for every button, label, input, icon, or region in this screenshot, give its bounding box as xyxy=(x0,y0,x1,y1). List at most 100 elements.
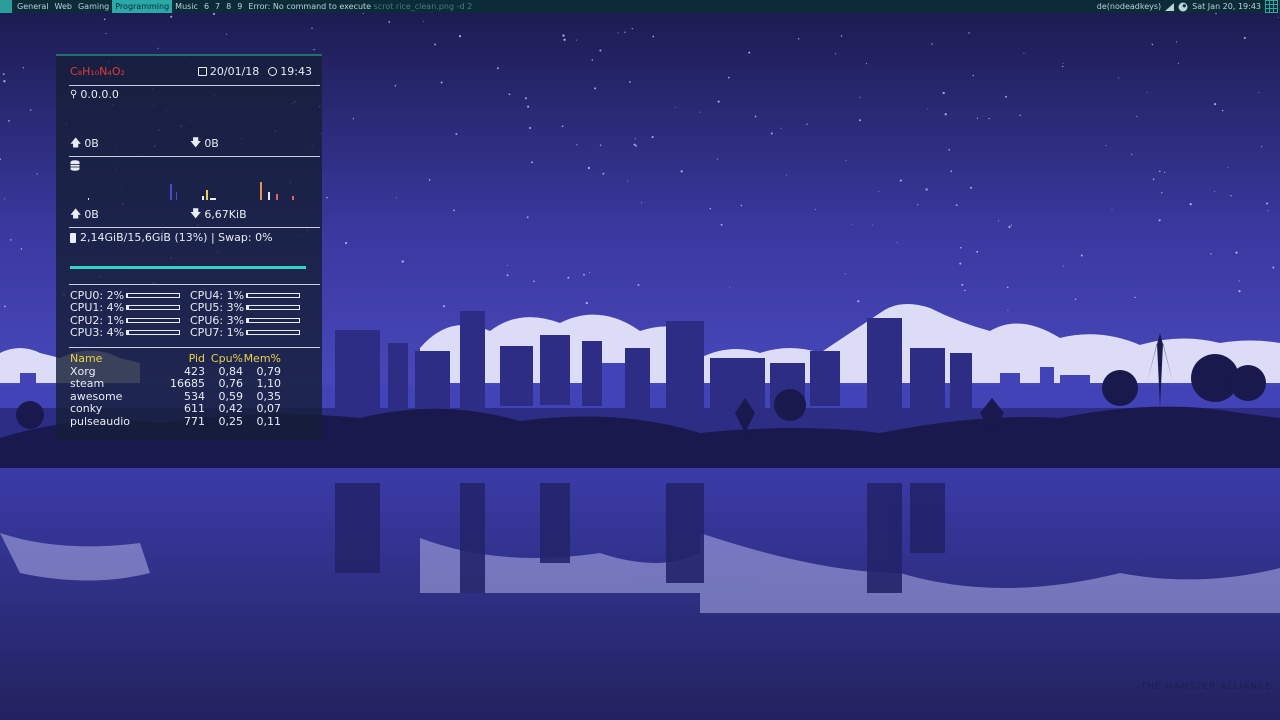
star xyxy=(617,32,619,34)
upload-arrow-icon: 🡅 xyxy=(70,136,82,149)
tag-web[interactable]: Web xyxy=(52,0,75,13)
star xyxy=(585,301,588,305)
clock-icon xyxy=(268,67,278,76)
star xyxy=(3,80,6,83)
tag-list: General Web Gaming Programming Music 6 7 8 9 xyxy=(14,0,245,13)
process-pid: 771 xyxy=(184,414,205,428)
star xyxy=(1062,63,1064,65)
star xyxy=(942,91,945,95)
star xyxy=(1131,153,1133,155)
star xyxy=(770,132,773,135)
star xyxy=(508,93,511,96)
cpu-5-bar xyxy=(246,305,301,311)
network-row: 🡅 0B 🡇 0B xyxy=(70,134,308,153)
star xyxy=(1215,13,1217,15)
star xyxy=(588,272,590,274)
cpu-7-meter: CPU7: 1% xyxy=(190,326,310,339)
cpu-0-meter: CPU0: 2% xyxy=(70,289,190,302)
tag-8[interactable]: 8 xyxy=(223,0,234,13)
process-table-header: Name Pid Cpu% Mem% xyxy=(70,352,310,366)
panel-clock[interactable]: Sat Jan 20, 19:43 xyxy=(1192,0,1261,13)
star xyxy=(969,186,973,189)
date-time: 20/01/18 19:43 xyxy=(197,65,312,78)
star xyxy=(845,159,847,161)
location-pin-icon: ⚲ xyxy=(70,89,78,100)
star xyxy=(699,111,701,113)
star xyxy=(1019,114,1021,117)
star xyxy=(506,274,509,277)
star xyxy=(896,242,898,244)
process-pid: 16685 xyxy=(170,377,205,390)
cpu-7-bar xyxy=(246,330,301,336)
star xyxy=(401,260,404,263)
star xyxy=(1238,290,1241,293)
tag-9[interactable]: 9 xyxy=(234,0,245,13)
prompt-message: Error: No command to execute scrot rice_… xyxy=(248,0,472,13)
star xyxy=(442,305,445,308)
disk-write-value: 6,67KiB xyxy=(204,208,247,221)
star xyxy=(680,170,683,173)
process-row: steam 16685 0,76 1,10 xyxy=(70,377,310,391)
cpu-5-bar-fill xyxy=(247,306,249,310)
process-cpu: 0,42 xyxy=(218,402,244,415)
process-spacer xyxy=(281,391,310,404)
star xyxy=(1158,219,1161,222)
keyboard-layout[interactable]: de(nodeadkeys) xyxy=(1097,0,1161,13)
cpu-0-label: CPU0: 2% xyxy=(70,288,125,302)
star xyxy=(20,248,23,250)
star xyxy=(8,120,10,122)
prompt-command-text[interactable]: scrot rice_clean.png -d 2 xyxy=(374,2,473,11)
database-icon xyxy=(70,160,80,171)
star xyxy=(844,273,846,275)
star xyxy=(931,43,933,45)
star xyxy=(1159,170,1161,173)
tag-programming[interactable]: Programming xyxy=(112,0,173,13)
star xyxy=(1210,253,1212,255)
top-panel: General Web Gaming Programming Music 6 7 8 9 Err… xyxy=(0,0,1280,13)
wifi-signal-icon[interactable] xyxy=(1165,2,1175,11)
disk-read-value: 0B xyxy=(84,208,99,221)
launcher-icon[interactable] xyxy=(0,0,12,13)
star xyxy=(1272,266,1275,269)
star xyxy=(925,188,928,191)
cpu-2-bar-fill xyxy=(127,318,128,322)
process-row: conky 611 0,42 0,07 xyxy=(70,402,310,416)
star xyxy=(103,18,106,21)
star xyxy=(531,161,534,164)
process-name: conky xyxy=(70,402,103,415)
cpu-5-meter: CPU5: 3% xyxy=(190,301,310,314)
star xyxy=(1261,146,1263,148)
star xyxy=(533,280,535,283)
star xyxy=(422,20,424,22)
star xyxy=(10,239,12,241)
star xyxy=(865,63,867,65)
ip-address: 0.0.0.0 xyxy=(80,88,119,101)
tag-6[interactable]: 6 xyxy=(201,0,212,13)
cpu-0-bar-fill xyxy=(127,293,129,297)
tag-music[interactable]: Music xyxy=(172,0,201,13)
star xyxy=(1227,166,1229,168)
star xyxy=(859,119,862,122)
process-row: pulseaudio 771 0,25 0,11 xyxy=(70,414,310,429)
layout-grid-icon[interactable] xyxy=(1265,0,1278,13)
star xyxy=(960,246,962,249)
star xyxy=(225,33,227,35)
disk-write: 🡇 6,67KiB xyxy=(190,205,247,224)
tag-7[interactable]: 7 xyxy=(212,0,223,13)
cpu-6-meter: CPU6: 3% xyxy=(190,314,310,327)
disk-write-arrow-icon: 🡇 xyxy=(190,207,202,220)
tag-general[interactable]: General xyxy=(14,0,52,13)
calendar-icon xyxy=(197,67,207,76)
star xyxy=(955,204,958,206)
star xyxy=(434,43,437,46)
star xyxy=(2,73,5,75)
star xyxy=(599,144,602,146)
star xyxy=(1062,65,1064,68)
steam-icon[interactable] xyxy=(1178,2,1188,12)
star xyxy=(878,191,880,192)
star xyxy=(313,48,315,51)
star xyxy=(631,27,633,30)
cpu-3-bar-fill xyxy=(127,331,130,335)
star xyxy=(576,144,578,146)
tag-gaming[interactable]: Gaming xyxy=(75,0,112,13)
